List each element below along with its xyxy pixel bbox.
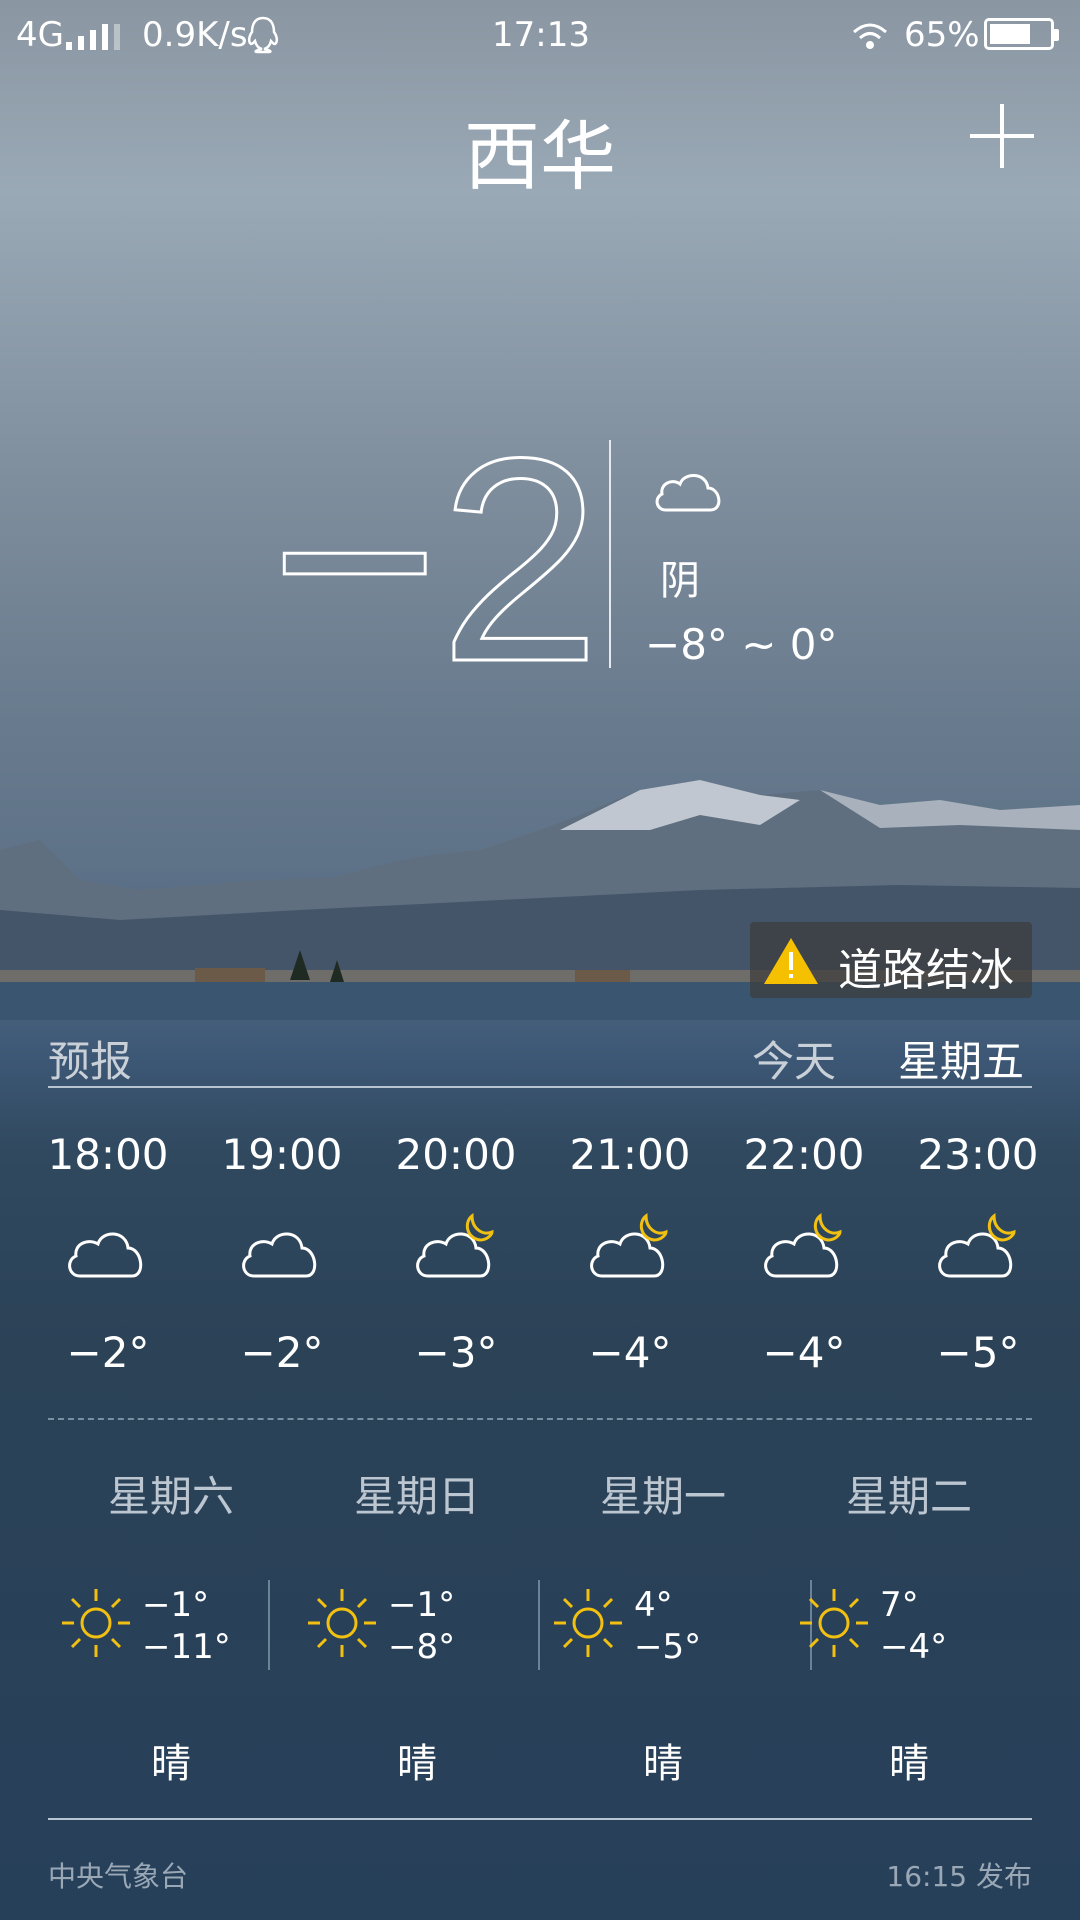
sun-icon: [308, 1589, 376, 1657]
hour-item: 19:00 −2°: [202, 1130, 362, 1377]
weather-alert[interactable]: 道路结冰: [750, 922, 1032, 998]
day-low: −4°: [880, 1627, 948, 1667]
tab-weekday[interactable]: 星期五: [898, 1028, 1024, 1089]
warning-icon: [764, 938, 818, 984]
hourly-forecast: 18:00 −2° 19:00 −2° 20:00 −3° 21:00 −4° …: [28, 1130, 1058, 1390]
day-high: −1°: [388, 1585, 456, 1625]
add-city-button[interactable]: [970, 104, 1034, 168]
hour-item: 23:00 −5°: [898, 1130, 1058, 1377]
current-condition: 阴: [660, 558, 700, 604]
current-range: −8° ~ 0°: [645, 620, 838, 669]
current-temperature: −2°: [270, 420, 610, 680]
daily-forecast: 星期六 −1° −11° 晴 星期日 −1° −8° 晴 星期一 4° −5° …: [48, 1455, 1032, 1795]
hour-item: 20:00 −3°: [376, 1130, 536, 1377]
hour-temp: −2°: [66, 1328, 150, 1377]
current-temp-value: −2°: [270, 420, 610, 680]
hour-item: 18:00 −2°: [28, 1130, 188, 1377]
hour-temp: −2°: [240, 1328, 324, 1377]
hour-time: 22:00: [743, 1130, 865, 1179]
qq-icon: [247, 16, 279, 54]
hour-time: 21:00: [569, 1130, 691, 1179]
cloud-moon-icon: [416, 1212, 494, 1278]
hour-time: 18:00: [47, 1130, 169, 1179]
day-item: 星期日 −1° −8° 晴: [294, 1455, 540, 1795]
forecast-header: 预报 今天 星期五: [48, 1022, 1032, 1088]
status-bar: 4G 0.9K/s 17:13 65%: [0, 0, 1080, 70]
hour-time: 20:00: [395, 1130, 517, 1179]
day-condition: 晴: [397, 1741, 437, 1787]
cloud-moon-icon: [764, 1212, 842, 1278]
sun-icon: [554, 1589, 622, 1657]
day-item: 星期六 −1° −11° 晴: [48, 1455, 294, 1795]
hour-item: 22:00 −4°: [724, 1130, 884, 1377]
day-separator: [268, 1580, 270, 1670]
day-low: −8°: [388, 1627, 456, 1667]
network-type: 4G: [16, 15, 64, 55]
dashed-divider: [48, 1418, 1032, 1420]
sun-icon: [800, 1589, 868, 1657]
publish-time: 16:15 发布: [886, 1860, 1032, 1893]
cloud-icon: [68, 1232, 143, 1278]
cloud-moon-icon: [938, 1212, 1016, 1278]
network-speed: 0.9K/s: [142, 15, 248, 55]
city-name[interactable]: 西华: [0, 95, 1080, 205]
signal-icon: [66, 24, 120, 50]
day-item: 星期一 4° −5° 晴: [540, 1455, 786, 1795]
day-high: 4°: [634, 1585, 673, 1625]
hour-item: 21:00 −4°: [550, 1130, 710, 1377]
cloud-icon: [655, 474, 721, 512]
cloud-moon-icon: [590, 1212, 668, 1278]
data-source: 中央气象台: [48, 1860, 189, 1893]
hour-time: 23:00: [917, 1130, 1039, 1179]
battery-icon: [984, 18, 1059, 50]
day-high: −1°: [142, 1585, 210, 1625]
wifi-icon: [853, 23, 887, 49]
day-name: 星期一: [599, 1472, 726, 1521]
footer-divider: [48, 1818, 1032, 1820]
tab-today[interactable]: 今天: [752, 1028, 836, 1089]
temp-divider: [609, 440, 611, 668]
hour-temp: −3°: [414, 1328, 498, 1377]
battery-percent: 65%: [904, 15, 980, 55]
hour-temp: −4°: [588, 1328, 672, 1377]
clock: 17:13: [492, 15, 590, 55]
day-low: −5°: [634, 1627, 702, 1667]
day-name: 星期六: [107, 1472, 234, 1521]
day-name: 星期二: [845, 1472, 972, 1521]
hour-temp: −4°: [762, 1328, 846, 1377]
day-name: 星期日: [353, 1472, 480, 1521]
day-condition: 晴: [151, 1741, 191, 1787]
day-condition: 晴: [643, 1741, 683, 1787]
hour-time: 19:00: [221, 1130, 343, 1179]
hour-temp: −5°: [936, 1328, 1020, 1377]
day-high: 7°: [880, 1585, 919, 1625]
alert-text: 道路结冰: [838, 945, 1014, 996]
sun-icon: [62, 1589, 130, 1657]
day-item: 星期二 7° −4° 晴: [786, 1455, 1032, 1795]
cloud-icon: [242, 1232, 317, 1278]
forecast-label: 预报: [48, 1037, 133, 1086]
day-condition: 晴: [889, 1741, 929, 1787]
day-low: −11°: [142, 1627, 231, 1667]
